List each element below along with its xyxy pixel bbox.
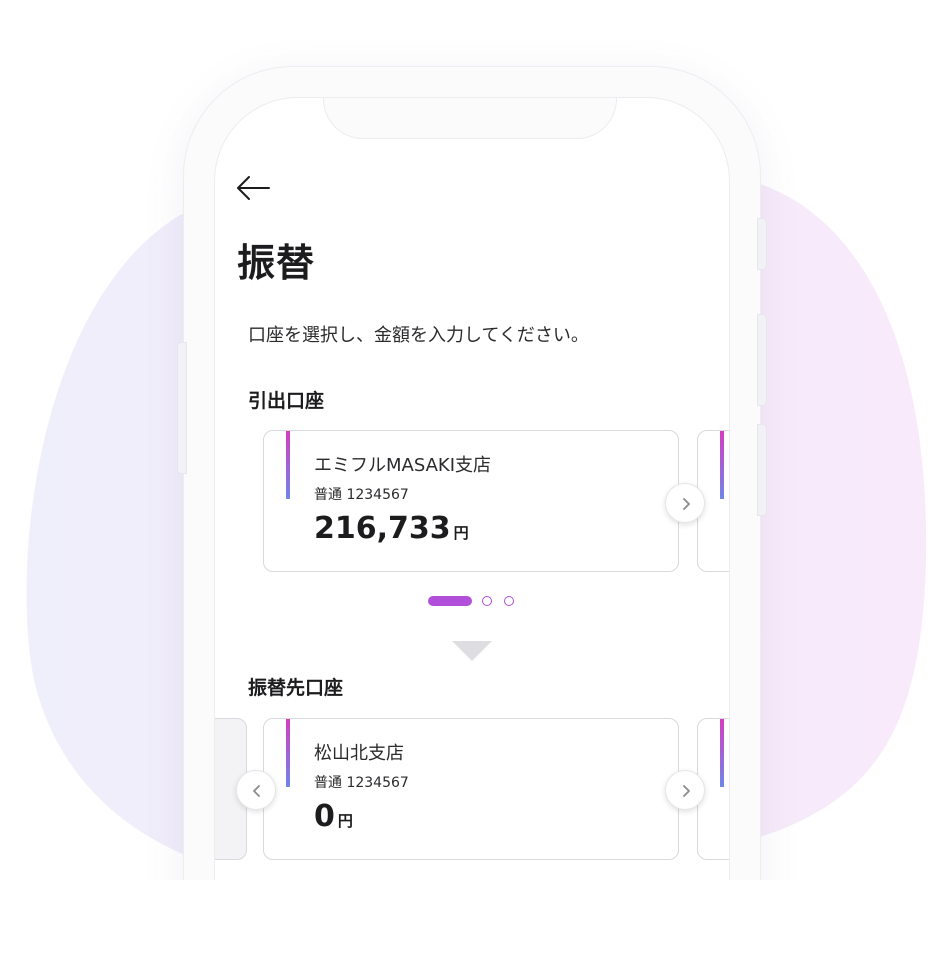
instruction-text: 口座を選択し、金額を入力してください。	[248, 325, 589, 346]
withdrawal-next-button[interactable]	[665, 483, 705, 523]
card-accent-bar	[286, 431, 290, 499]
amount-unit: 円	[453, 524, 469, 542]
branch-name: エミフルMASAKI支店	[314, 455, 492, 476]
amount-value: 216,733	[314, 511, 451, 546]
withdrawal-account-card[interactable]: エミフルMASAKI支店 普通 1234567 216,733 円	[263, 430, 679, 572]
chevron-left-icon	[253, 785, 260, 797]
phone-side-button	[757, 314, 767, 406]
account-number: 普通 1234567	[314, 775, 409, 791]
card-accent-bar	[720, 719, 724, 787]
pagination-dot[interactable]	[504, 596, 514, 606]
card-accent-bar	[720, 431, 724, 499]
account-number: 普通 1234567	[314, 487, 409, 503]
phone-side-button	[177, 342, 187, 474]
amount-unit: 円	[337, 812, 353, 830]
transfer-to-prev-button[interactable]	[236, 770, 276, 810]
arrow-left-icon	[237, 176, 270, 200]
bottom-cutoff	[0, 880, 940, 960]
chevron-right-icon	[683, 785, 690, 797]
phone-screen: 振替 口座を選択し、金額を入力してください。 引出口座 エミフルMASAKI支店…	[214, 97, 730, 891]
card-accent-bar	[286, 719, 290, 787]
pagination-dot[interactable]	[482, 596, 492, 606]
amount-value: 0	[314, 799, 335, 834]
transfer-to-next-button[interactable]	[665, 770, 705, 810]
page-title: 振替	[237, 241, 316, 285]
branch-name: 松山北支店	[314, 743, 404, 764]
pagination-dot-active[interactable]	[428, 596, 472, 606]
balance-amount: 0円	[314, 799, 353, 834]
withdrawal-section-title: 引出口座	[248, 390, 325, 412]
transfer-to-section-title: 振替先口座	[248, 677, 344, 699]
triangle-down-icon	[452, 641, 492, 661]
balance-amount: 216,733 円	[314, 511, 469, 546]
phone-side-button	[757, 218, 767, 270]
back-button[interactable]	[235, 174, 271, 202]
carousel-pagination	[428, 594, 528, 608]
transfer-to-account-card[interactable]: 松山北支店 普通 1234567 0円	[263, 718, 679, 860]
phone-side-button	[757, 424, 767, 516]
phone-notch	[323, 98, 617, 139]
stage: 振替 口座を選択し、金額を入力してください。 引出口座 エミフルMASAKI支店…	[0, 0, 940, 960]
chevron-right-icon	[683, 498, 690, 510]
